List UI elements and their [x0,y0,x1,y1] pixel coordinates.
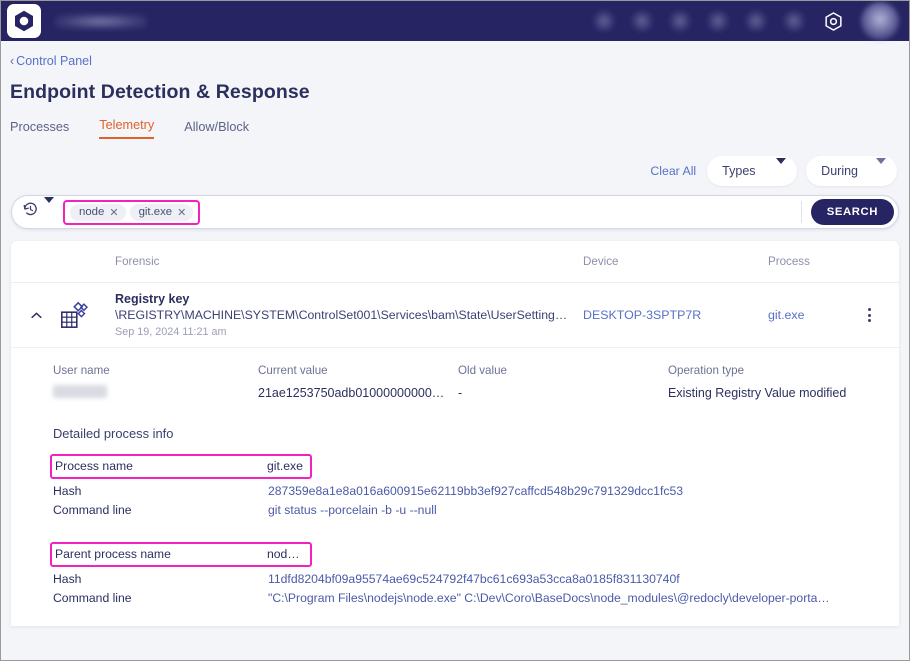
parent-command-line-row: Command line "C:\Program Files\nodejs\no… [53,589,885,608]
clear-all-button[interactable]: Clear All [650,164,696,178]
chevron-down-icon [44,197,54,221]
expanded-detail-panel: User name Current value 21ae1253750adb01… [11,348,899,626]
page-title: Endpoint Detection & Response [10,81,310,103]
table-row[interactable]: Registry key \REGISTRY\MACHINE\SYSTEM\Co… [11,283,899,348]
during-filter-label: During [821,164,858,178]
types-filter-label: Types [722,164,756,178]
process-name-row-highlighted: Process name git.exe [50,454,312,479]
kebab-menu-icon[interactable] [853,308,885,322]
nav-icon-3-blurred[interactable] [669,10,691,32]
detail-value: Existing Registry Value modified [668,386,847,400]
detailed-process-info-title: Detailed process info [53,426,174,441]
process-hash-row: Hash 287359e8a1e8a016a600915e62119bb3ef9… [53,482,885,501]
detail-value: 21ae1253750adb01000000000… [258,386,445,400]
clock-history-icon [22,201,39,223]
breadcrumb[interactable]: ‹ Control Panel [1,41,92,68]
search-chips-highlight: node ✕ git.exe ✕ [63,199,201,225]
close-icon[interactable]: ✕ [177,206,186,219]
process-command-line-label: Command line [53,503,132,517]
detail-label: Current value [258,364,328,377]
row-forensic-path: \REGISTRY\MACHINE\SYSTEM\ControlSet001\S… [115,308,570,322]
tab-bar: Processes Telemetry Allow/Block [10,118,909,139]
process-command-line-row: Command line git status --porcelain -b -… [53,501,885,520]
search-bar[interactable]: node ✕ git.exe ✕ SEARCH [11,195,899,229]
table-header-forensic: Forensic [115,255,160,268]
nav-icon-4-blurred[interactable] [707,10,729,32]
process-link[interactable]: git.exe [768,308,805,322]
row-process-cell: git.exe [768,306,853,324]
chevron-down-icon [876,158,886,178]
nav-icon-2-blurred[interactable] [631,10,653,32]
tab-telemetry[interactable]: Telemetry [99,118,155,139]
detail-label: Operation type [668,364,745,377]
detail-label: User name [53,364,110,377]
process-name-value: git.exe [267,459,303,473]
process-name-label: Process name [55,459,133,473]
table-header-device: Device [583,255,619,268]
search-chip-label: git.exe [138,206,173,218]
search-bar-container: node ✕ git.exe ✕ SEARCH [1,186,909,229]
parent-command-line-label: Command line [53,591,132,605]
detail-field-old-value: Old value - [458,364,668,400]
parent-hash-label: Hash [53,572,82,586]
chevron-up-icon [25,304,47,326]
table-header-process: Process [768,255,810,268]
nav-icon-6-blurred[interactable] [783,10,805,32]
top-nav-actions [593,2,903,40]
parent-process-name-label: Parent process name [55,547,171,561]
detail-field-user-name: User name [53,364,258,400]
close-icon[interactable]: ✕ [109,206,118,219]
parent-process-info-block: Parent process name node.exe Hash 11dfd8… [50,542,885,608]
page-header: ‹ Control Panel Endpoint Detection & Resp… [1,41,909,186]
top-navigation-bar [1,1,909,41]
detail-value-redacted [53,385,107,398]
avatar[interactable] [861,2,899,40]
row-forensic-cell: Registry key \REGISTRY\MACHINE\SYSTEM\Co… [115,292,583,338]
process-hash-label: Hash [53,484,82,498]
during-filter-dropdown[interactable]: During [806,156,897,186]
row-device-cell: DESKTOP-3SPTP7R [583,306,768,324]
parent-command-line-value: "C:\Program Files\nodejs\node.exe" C:\De… [268,591,830,605]
search-chip-node[interactable]: node ✕ [70,203,126,221]
detail-field-current-value: Current value 21ae1253750adb01000000000… [258,364,458,400]
brand-name-blurred [55,13,147,29]
row-forensic-title: Registry key [115,292,190,306]
parent-hash-row: Hash 11dfd8204bf09a95574ae69c524792f47bc… [53,570,885,589]
search-history-button[interactable] [22,197,54,223]
parent-hash-value: 11dfd8204bf09a95574ae69c524792f47bc61c69… [268,572,680,586]
tab-processes[interactable]: Processes [10,120,69,139]
device-link[interactable]: DESKTOP-3SPTP7R [583,308,701,322]
results-card: Forensic Device Process Registry key \RE… [11,241,899,626]
nav-icon-5-blurred[interactable] [745,10,767,32]
breadcrumb-label: Control Panel [16,54,92,68]
app-window: ‹ Control Panel Endpoint Detection & Resp… [0,0,910,661]
coro-hexagon-logo[interactable] [7,4,41,38]
tab-allow-block[interactable]: Allow/Block [184,120,249,139]
parent-process-name-value: node.exe [267,547,306,561]
parent-process-name-row-highlighted: Parent process name node.exe [50,542,312,567]
detail-value: - [458,386,463,400]
breadcrumb-caret-icon: ‹ [10,54,15,68]
process-command-line-value: git status --porcelain -b -u --null [268,503,437,517]
row-actions [853,308,885,322]
process-info-block: Process name git.exe Hash 287359e8a1e8a0… [50,454,885,520]
row-collapse-toggle[interactable] [25,304,59,326]
detail-summary-fields: User name Current value 21ae1253750adb01… [53,364,885,400]
table-header: Forensic Device Process [11,241,899,283]
registry-key-icon [59,300,115,330]
search-chip-gitexe[interactable]: git.exe ✕ [129,203,194,221]
chevron-down-icon [776,158,787,178]
nav-icon-1-blurred[interactable] [593,10,615,32]
search-divider [800,201,802,223]
search-chip-label: node [79,206,105,218]
detail-label: Old value [458,364,507,377]
detail-field-operation-type: Operation type Existing Registry Value m… [668,364,885,400]
filter-row: Clear All Types During [1,139,909,186]
gear-hexagon-icon[interactable] [821,9,845,33]
process-hash-value: 287359e8a1e8a016a600915e62119bb3ef927caf… [268,484,683,498]
search-button[interactable]: SEARCH [810,199,894,225]
row-timestamp: Sep 19, 2024 11:21 am [115,326,227,338]
types-filter-dropdown[interactable]: Types [707,156,798,186]
